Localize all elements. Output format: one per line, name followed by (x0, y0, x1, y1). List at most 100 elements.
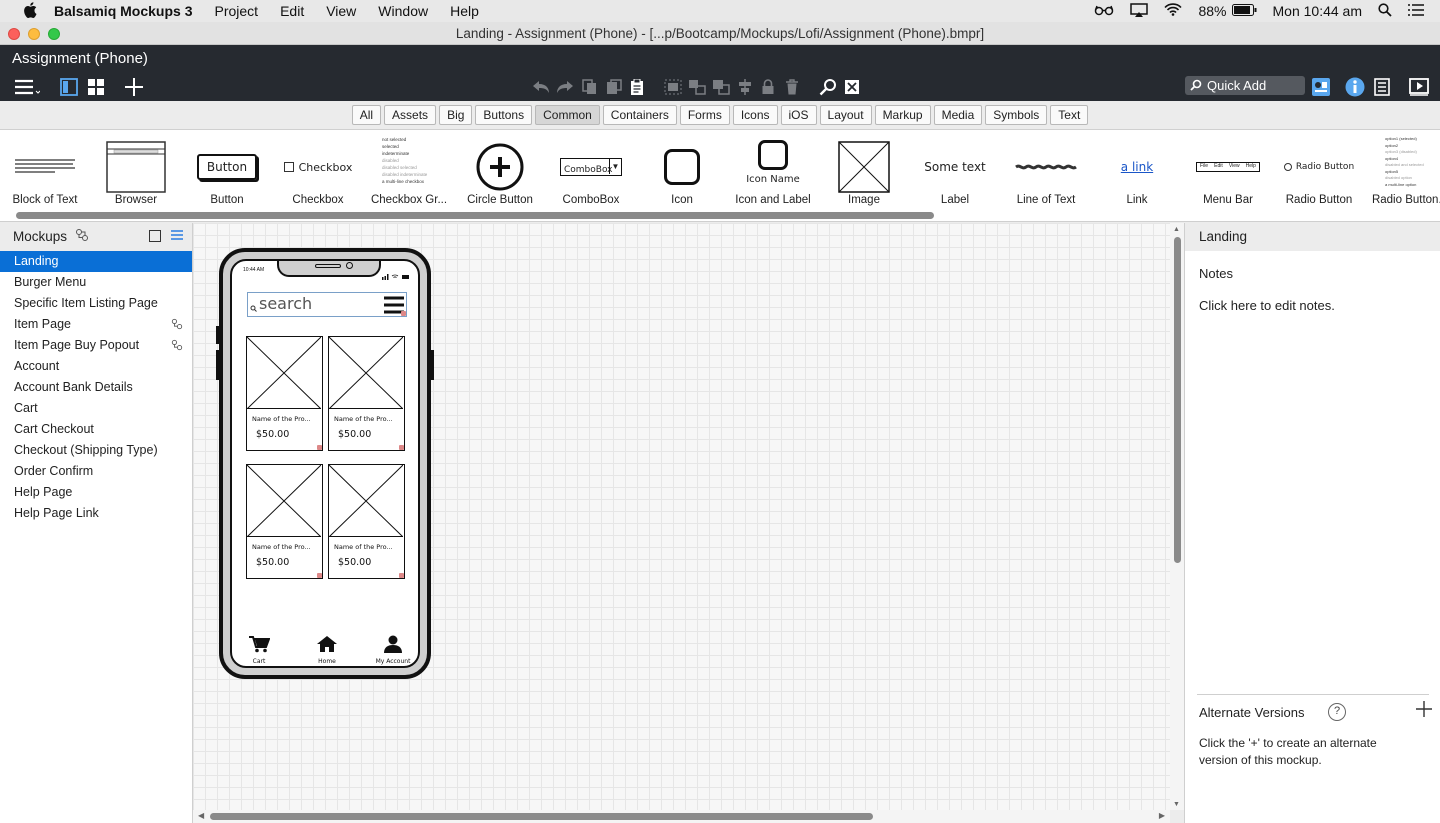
library-item-label[interactable]: Some text Label (910, 130, 1000, 210)
library-item-radio-button[interactable]: Radio Button Radio Button (1274, 130, 1364, 210)
link-map-icon[interactable] (75, 224, 89, 252)
scroll-down-icon[interactable]: ▼ (1173, 801, 1180, 808)
canvas-horizontal-scrollbar[interactable]: ◀ ▶ (193, 810, 1170, 823)
iphone-frame[interactable]: 10:44 AM search Name of the Pro... $50.0… (216, 248, 434, 679)
sidebar-item-checkout-shipping-type[interactable]: Checkout (Shipping Type) (0, 440, 192, 461)
sidebar-item-item-page[interactable]: Item Page (0, 314, 192, 335)
product-card[interactable]: Name of the Pro... $50.00 (328, 336, 405, 451)
library-item-icon[interactable]: Icon (637, 130, 727, 210)
sidebar-item-cart-checkout[interactable]: Cart Checkout (0, 419, 192, 440)
library-item-combobox[interactable]: ComboBox ▼ ComboBox (546, 130, 636, 210)
library-item-line-of-text[interactable]: Line of Text (1001, 130, 1091, 210)
tab-all[interactable]: All (351, 105, 382, 125)
sidebar-item-cart[interactable]: Cart (0, 398, 192, 419)
tab-symbols[interactable]: Symbols (985, 105, 1048, 125)
group-icon[interactable] (662, 76, 684, 98)
library-item-link[interactable]: a link Link (1092, 130, 1182, 210)
redo-icon[interactable] (554, 76, 576, 98)
sidebar-item-specific-item-listing[interactable]: Specific Item Listing Page (0, 293, 192, 314)
menu-clock[interactable]: Mon 10:44 am (1273, 3, 1363, 19)
scroll-left-icon[interactable]: ◀ (198, 811, 204, 820)
notes-field[interactable]: Click here to edit notes. (1199, 298, 1335, 313)
find-icon[interactable] (817, 76, 839, 98)
undo-icon[interactable] (530, 76, 552, 98)
tab-markup[interactable]: Markup (874, 105, 931, 125)
single-view-icon[interactable] (58, 76, 80, 98)
quick-add-input[interactable]: Quick Add (1185, 76, 1305, 95)
scroll-right-icon[interactable]: ▶ (1159, 811, 1165, 820)
zoom-window-button[interactable] (48, 28, 60, 40)
duplicate-icon[interactable] (604, 76, 624, 98)
product-card[interactable]: Name of the Pro... $50.00 (246, 464, 323, 579)
sidebar-item-help-page-link[interactable]: Help Page Link (0, 503, 192, 524)
menu-project[interactable]: Project (215, 3, 259, 19)
battery-icon[interactable] (1231, 3, 1257, 19)
library-item-button[interactable]: Button Button (182, 130, 272, 210)
tab-assets[interactable]: Assets (384, 105, 437, 125)
tab-text[interactable]: Text (1050, 105, 1089, 125)
menu-view[interactable]: View (326, 3, 356, 19)
library-item-checkbox[interactable]: Checkbox Checkbox (273, 130, 363, 210)
sidebar-item-landing[interactable]: Landing (0, 251, 192, 272)
lock-icon[interactable] (758, 76, 778, 98)
sidebar-item-account[interactable]: Account (0, 356, 192, 377)
glasses-icon[interactable] (1094, 3, 1114, 19)
add-mockup-icon[interactable] (122, 76, 146, 98)
tab-layout[interactable]: Layout (819, 105, 872, 125)
sidebar-item-item-page-buy-popout[interactable]: Item Page Buy Popout (0, 335, 192, 356)
nav-home[interactable]: Home (307, 635, 347, 665)
canvas-vertical-scrollbar[interactable]: ▲ ▼ (1170, 223, 1184, 810)
apple-icon[interactable] (20, 1, 40, 21)
add-alternate-version-button[interactable] (1416, 700, 1432, 723)
library-item-menu-bar[interactable]: File Edit View Help Menu Bar (1183, 130, 1273, 210)
sidebar-item-order-confirm[interactable]: Order Confirm (0, 461, 192, 482)
markup-toggle-icon[interactable] (841, 76, 863, 98)
sidebar-item-burger-menu[interactable]: Burger Menu (0, 272, 192, 293)
library-item-image[interactable]: Image (819, 130, 909, 210)
library-item-browser[interactable]: Browser (91, 130, 181, 210)
present-icon[interactable] (1408, 76, 1430, 98)
arrange-icon[interactable] (710, 76, 732, 98)
thumbnail-view-icon[interactable] (149, 230, 161, 242)
menu-window[interactable]: Window (378, 3, 428, 19)
library-item-radio-button-group[interactable]: option1 (selected) option2 option3 (disa… (1365, 130, 1440, 210)
product-card[interactable]: Name of the Pro... $50.00 (328, 464, 405, 579)
info-icon[interactable] (1344, 76, 1366, 98)
minimize-window-button[interactable] (28, 28, 40, 40)
copy-icon[interactable] (580, 76, 600, 98)
mockup-canvas[interactable]: 10:44 AM search Name of the Pro... $50.0… (193, 223, 1170, 810)
library-item-icon-and-label[interactable]: Icon Name Icon and Label (728, 130, 818, 210)
tab-forms[interactable]: Forms (679, 105, 730, 125)
list-view-icon[interactable] (170, 224, 184, 252)
wifi-icon[interactable] (1164, 3, 1183, 19)
tab-buttons[interactable]: Buttons (475, 105, 533, 125)
sidebar-item-help-page[interactable]: Help Page (0, 482, 192, 503)
airplay-icon[interactable] (1130, 2, 1149, 20)
paste-icon[interactable] (627, 76, 647, 98)
library-item-block-of-text[interactable]: Block of Text (0, 130, 90, 210)
menu-help[interactable]: Help (450, 3, 479, 19)
nav-my-account[interactable]: My Account (373, 635, 413, 665)
outline-icon[interactable] (1371, 76, 1393, 98)
tab-common[interactable]: Common (535, 105, 600, 125)
notification-center-icon[interactable] (1408, 3, 1424, 19)
help-icon[interactable]: ? (1328, 703, 1346, 721)
tab-containers[interactable]: Containers (602, 105, 677, 125)
trash-icon[interactable] (782, 76, 802, 98)
library-item-checkbox-group[interactable]: not selected selected indeterminate disa… (364, 130, 454, 210)
menu-app-name[interactable]: Balsamiq Mockups 3 (54, 3, 193, 19)
library-item-circle-button[interactable]: Circle Button (455, 130, 545, 210)
nav-cart[interactable]: Cart (239, 635, 279, 665)
tab-ios[interactable]: iOS (780, 105, 817, 125)
tab-big[interactable]: Big (439, 105, 473, 125)
search-input[interactable]: search (247, 292, 407, 317)
hamburger-menu-icon[interactable] (12, 76, 42, 98)
align-icon[interactable] (734, 76, 756, 98)
product-card[interactable]: Name of the Pro... $50.00 (246, 336, 323, 451)
library-scrollbar[interactable] (16, 212, 934, 219)
menu-edit[interactable]: Edit (280, 3, 304, 19)
tab-icons[interactable]: Icons (732, 105, 778, 125)
scroll-up-icon[interactable]: ▲ (1173, 226, 1180, 233)
spotlight-icon[interactable] (1378, 2, 1392, 20)
close-window-button[interactable] (8, 28, 20, 40)
